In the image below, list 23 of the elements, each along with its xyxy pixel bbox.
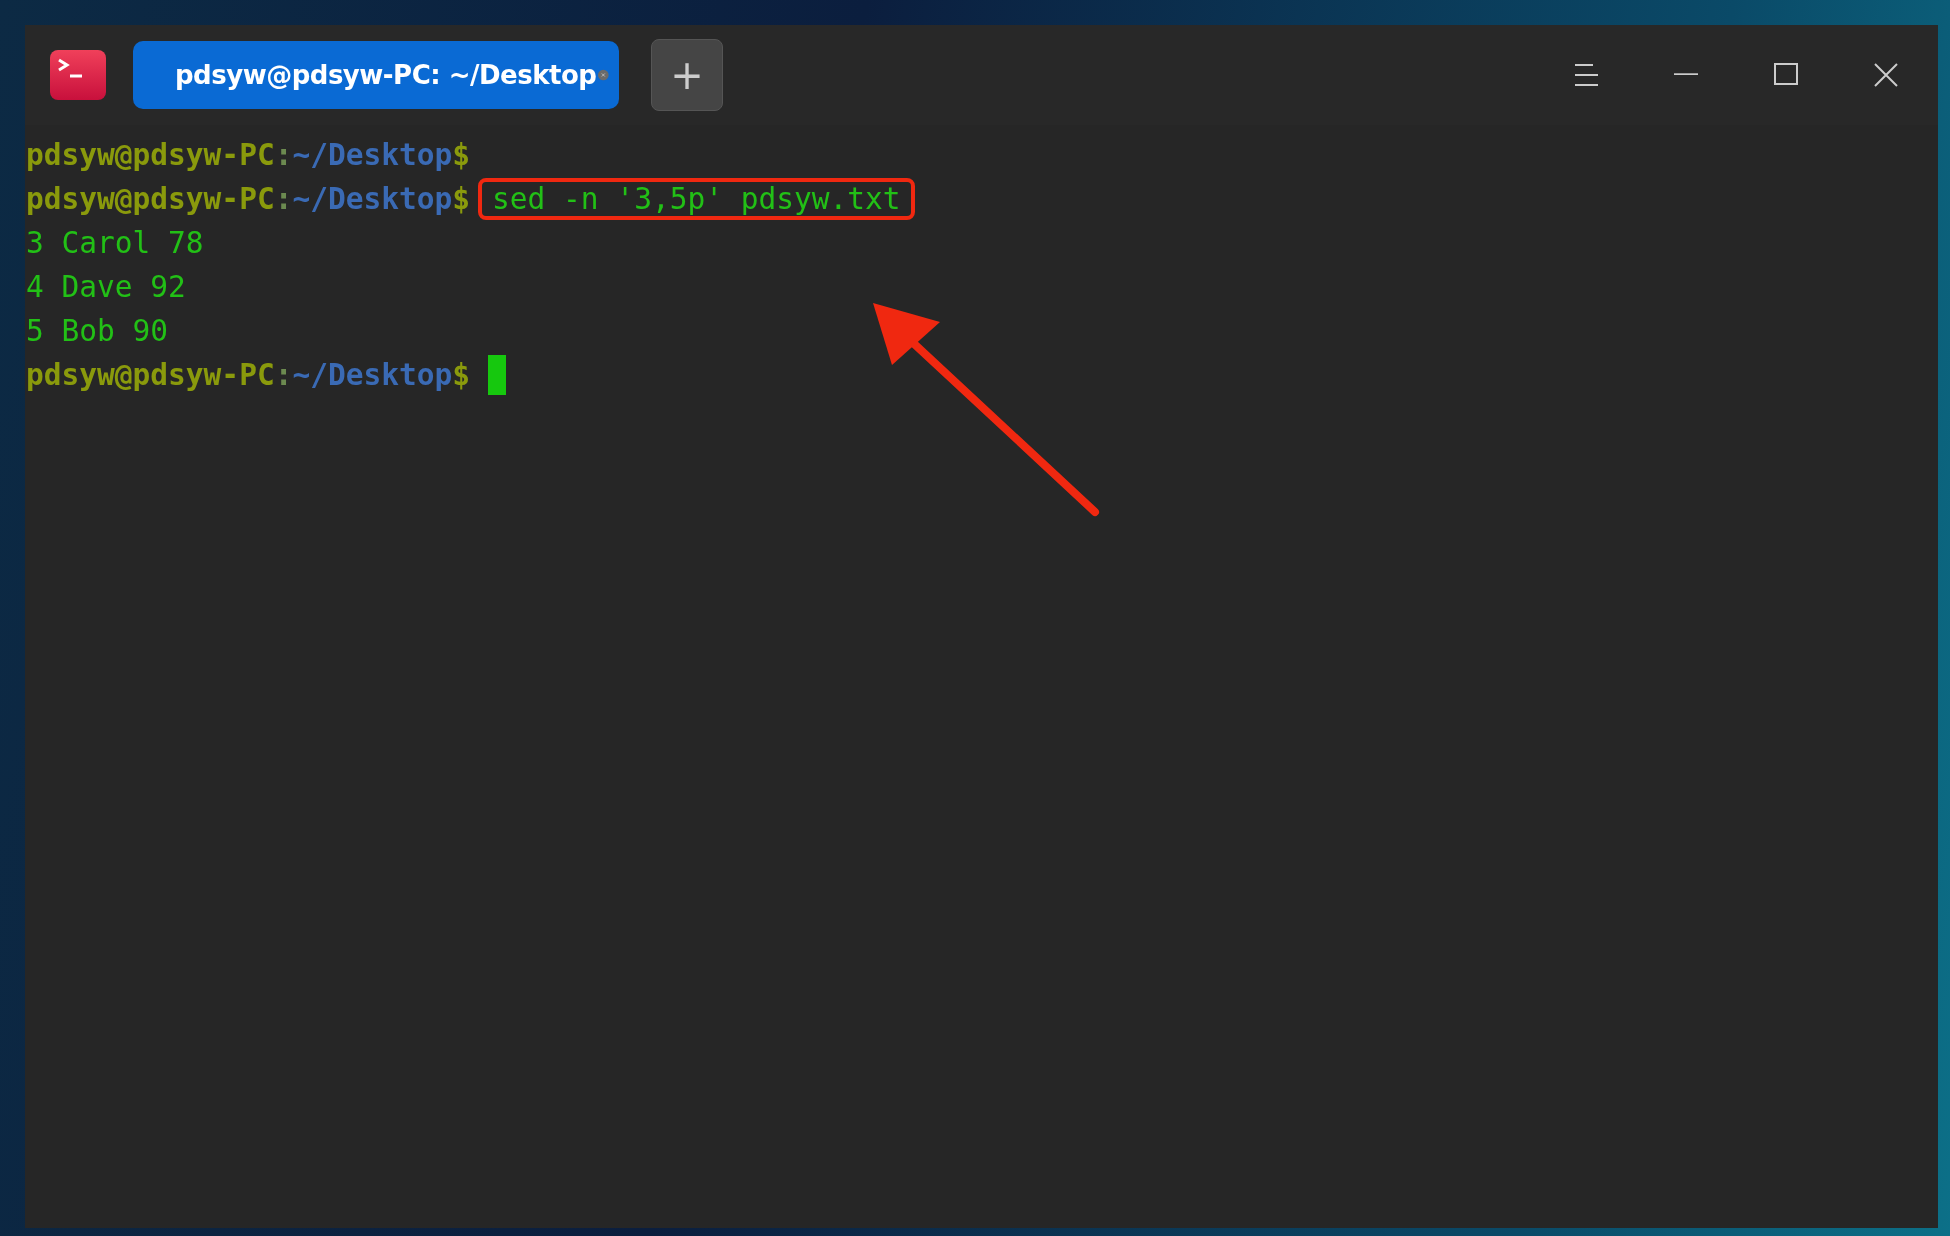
prompt-user: pdsyw@pdsyw-PC [26, 358, 275, 392]
output-line: 3 Carol 78 [26, 226, 204, 260]
menu-icon[interactable] [1574, 63, 1598, 87]
maximize-icon[interactable] [1774, 63, 1798, 87]
terminal-tab[interactable]: pdsyw@pdsyw-PC: ~/Desktop [133, 41, 619, 109]
command-text: sed -n '3,5p' pdsyw.txt [478, 178, 915, 220]
prompt-path: ~/Desktop [292, 138, 453, 172]
output-line: 4 Dave 92 [26, 270, 186, 304]
prompt-user: pdsyw@pdsyw-PC [26, 138, 275, 172]
prompt-separator: : [274, 358, 293, 392]
prompt-separator: : [274, 182, 293, 216]
prompt-symbol: $ [452, 138, 471, 172]
prompt-path: ~/Desktop [292, 182, 453, 216]
close-icon[interactable] [1874, 63, 1898, 87]
prompt-path: ~/Desktop [292, 358, 453, 392]
tab-title: pdsyw@pdsyw-PC: ~/Desktop [175, 60, 597, 90]
prompt-symbol: $ [452, 182, 471, 216]
prompt-symbol: $ [452, 358, 471, 392]
terminal-app-icon[interactable] [50, 50, 106, 100]
output-line: 5 Bob 90 [26, 314, 169, 348]
prompt-user: pdsyw@pdsyw-PC [26, 182, 275, 216]
prompt-separator: : [274, 138, 293, 172]
new-tab-button[interactable]: + [651, 39, 723, 111]
